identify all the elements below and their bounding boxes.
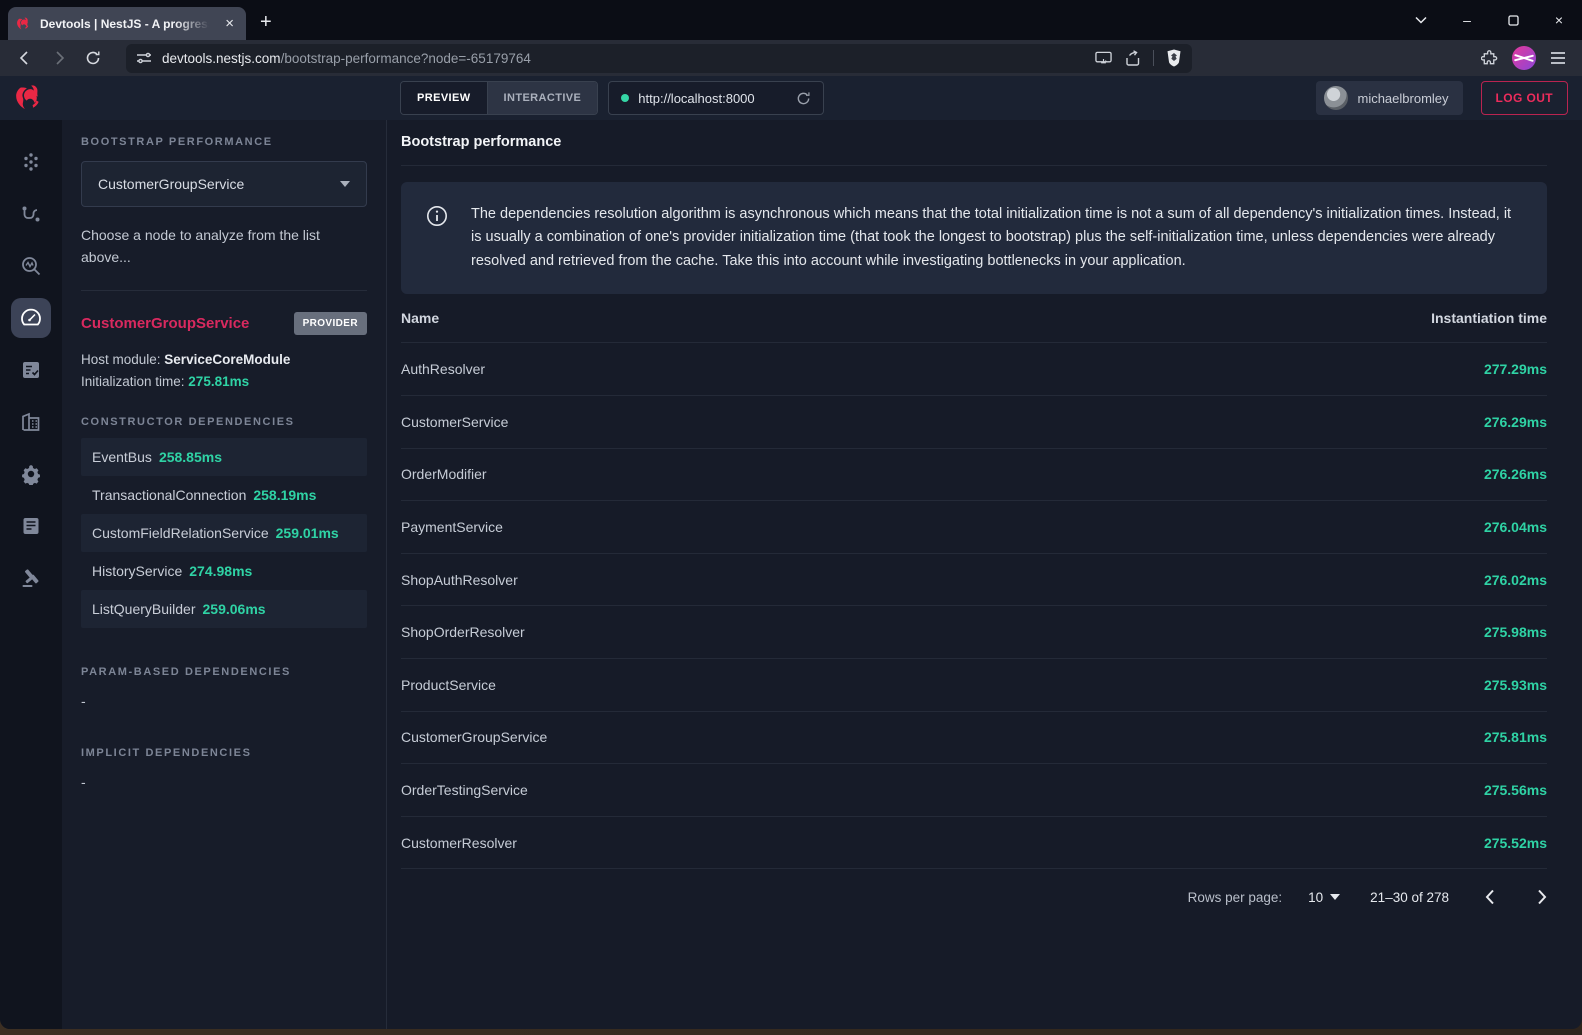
table-row[interactable]: OrderTestingService275.56ms xyxy=(401,764,1547,817)
url-path: /bootstrap-performance?node=-65179764 xyxy=(281,51,531,66)
tab-close-icon[interactable]: × xyxy=(221,14,238,33)
gavel-icon[interactable] xyxy=(11,558,51,598)
node-hint: Choose a node to analyze from the list a… xyxy=(81,225,367,268)
selected-node-title: CustomerGroupService xyxy=(81,315,249,332)
constructor-deps-list: EventBus258.85ms TransactionalConnection… xyxy=(81,438,367,628)
user-chip[interactable]: michaelbromley xyxy=(1316,81,1462,115)
column-instantiation-time: Instantiation time xyxy=(1431,310,1547,326)
implicit-deps-title: IMPLICIT DEPENDENCIES xyxy=(81,747,367,759)
modules-icon[interactable] xyxy=(11,402,51,442)
chevron-down-icon xyxy=(340,181,350,187)
extensions-puzzle-icon[interactable] xyxy=(1481,50,1498,67)
inspect-icon[interactable] xyxy=(11,246,51,286)
logout-button[interactable]: LOG OUT xyxy=(1481,81,1568,115)
docs-icon[interactable] xyxy=(11,506,51,546)
tab-interactive[interactable]: INTERACTIVE xyxy=(487,82,598,114)
icon-sidebar xyxy=(0,120,62,1029)
node-select[interactable]: CustomerGroupService xyxy=(81,161,367,207)
list-item[interactable]: TransactionalConnection258.19ms xyxy=(81,476,367,514)
toolbar-separator xyxy=(1153,50,1154,66)
browser-address-bar[interactable]: devtools.nestjs.com/bootstrap-performanc… xyxy=(126,44,1192,73)
user-avatar xyxy=(1324,86,1348,110)
url-domain: devtools.nestjs.com xyxy=(162,51,281,66)
new-tab-button[interactable]: + xyxy=(260,11,272,34)
status-dot xyxy=(621,94,629,102)
table-row[interactable]: ShopAuthResolver276.02ms xyxy=(401,554,1547,607)
site-settings-icon[interactable] xyxy=(136,50,152,66)
browser-tab[interactable]: Devtools | NestJS - A progressive × xyxy=(8,7,246,40)
graph-icon[interactable] xyxy=(11,142,51,182)
browser-tab-bar: Devtools | NestJS - A progressive × + – … xyxy=(0,0,1582,40)
window-maximize-button[interactable] xyxy=(1490,0,1536,40)
info-text: The dependencies resolution algorithm is… xyxy=(471,203,1522,273)
list-item[interactable]: EventBus258.85ms xyxy=(81,438,367,476)
app-header: PREVIEW INTERACTIVE http://localhost:800… xyxy=(0,76,1582,120)
column-name: Name xyxy=(401,310,439,326)
page-title: Bootstrap performance xyxy=(401,134,1547,166)
browser-menu-icon[interactable] xyxy=(1550,51,1566,65)
table-row[interactable]: AuthResolver277.29ms xyxy=(401,343,1547,396)
routes-icon[interactable] xyxy=(11,194,51,234)
cast-icon[interactable] xyxy=(1095,51,1112,66)
browser-window: Devtools | NestJS - A progressive × + – … xyxy=(0,0,1582,1029)
pagination: Rows per page: 10 21–30 of 278 xyxy=(401,869,1547,925)
info-banner: The dependencies resolution algorithm is… xyxy=(401,182,1547,294)
target-url-value: http://localhost:8000 xyxy=(638,91,787,106)
tab-title: Devtools | NestJS - A progressive xyxy=(40,17,213,31)
table-row[interactable]: ProductService275.93ms xyxy=(401,659,1547,712)
table-row[interactable]: OrderModifier276.26ms xyxy=(401,449,1547,502)
audit-checklist-icon[interactable] xyxy=(11,350,51,390)
provider-badge: PROVIDER xyxy=(294,312,367,335)
share-icon[interactable] xyxy=(1124,50,1141,66)
panel-section-title: BOOTSTRAP PERFORMANCE xyxy=(81,136,367,148)
table-row[interactable]: CustomerGroupService275.81ms xyxy=(401,712,1547,765)
tab-preview[interactable]: PREVIEW xyxy=(401,82,487,114)
bootstrap-panel: BOOTSTRAP PERFORMANCE CustomerGroupServi… xyxy=(62,120,387,1029)
list-item[interactable]: ListQueryBuilder259.06ms xyxy=(81,590,367,628)
implicit-deps-value: - xyxy=(81,774,367,790)
previous-page-icon[interactable] xyxy=(1485,889,1495,905)
init-time-value: 275.81ms xyxy=(188,374,249,389)
divider xyxy=(81,290,367,291)
table-row[interactable]: CustomerService276.29ms xyxy=(401,396,1547,449)
brave-shield-icon[interactable] xyxy=(1166,49,1182,67)
rows-per-page-select[interactable]: 10 xyxy=(1308,890,1340,905)
next-page-icon[interactable] xyxy=(1537,889,1547,905)
table-row[interactable]: ShopOrderResolver275.98ms xyxy=(401,606,1547,659)
refresh-target-icon[interactable] xyxy=(796,91,811,106)
mode-toggle: PREVIEW INTERACTIVE xyxy=(400,81,598,115)
window-minimize-button[interactable]: – xyxy=(1444,0,1490,40)
host-module-value: ServiceCoreModule xyxy=(164,352,290,367)
tab-search-icon[interactable] xyxy=(1398,0,1444,40)
table-row[interactable]: CustomerResolver275.52ms xyxy=(401,817,1547,870)
init-time-row: Initialization time: 275.81ms xyxy=(81,374,367,389)
table-header: Name Instantiation time xyxy=(401,294,1547,343)
settings-gear-icon[interactable] xyxy=(11,454,51,494)
forward-icon[interactable] xyxy=(44,44,74,72)
nestjs-logo xyxy=(14,82,48,114)
nestjs-favicon xyxy=(16,16,32,32)
url-text: devtools.nestjs.com/bootstrap-performanc… xyxy=(162,51,1085,66)
page-range: 21–30 of 278 xyxy=(1370,890,1449,905)
username: michaelbromley xyxy=(1357,91,1448,106)
host-module-row: Host module: ServiceCoreModule xyxy=(81,352,367,367)
main-content: Bootstrap performance The dependencies r… xyxy=(387,120,1582,1029)
info-icon xyxy=(426,205,448,227)
performance-gauge-icon[interactable] xyxy=(11,298,51,338)
constructor-deps-title: CONSTRUCTOR DEPENDENCIES xyxy=(81,416,367,428)
window-close-button[interactable]: × xyxy=(1536,0,1582,40)
param-deps-title: PARAM-BASED DEPENDENCIES xyxy=(81,666,367,678)
target-url-field[interactable]: http://localhost:8000 xyxy=(608,81,824,115)
chevron-down-icon xyxy=(1330,894,1340,900)
back-icon[interactable] xyxy=(10,44,40,72)
list-item[interactable]: CustomFieldRelationService259.01ms xyxy=(81,514,367,552)
param-deps-value: - xyxy=(81,693,367,709)
node-select-value: CustomerGroupService xyxy=(98,176,244,192)
reload-icon[interactable] xyxy=(78,44,108,72)
rows-per-page-label: Rows per page: xyxy=(1188,890,1283,905)
browser-profile-avatar[interactable] xyxy=(1512,46,1536,70)
list-item[interactable]: HistoryService274.98ms xyxy=(81,552,367,590)
table-row[interactable]: PaymentService276.04ms xyxy=(401,501,1547,554)
browser-toolbar: devtools.nestjs.com/bootstrap-performanc… xyxy=(0,40,1582,76)
